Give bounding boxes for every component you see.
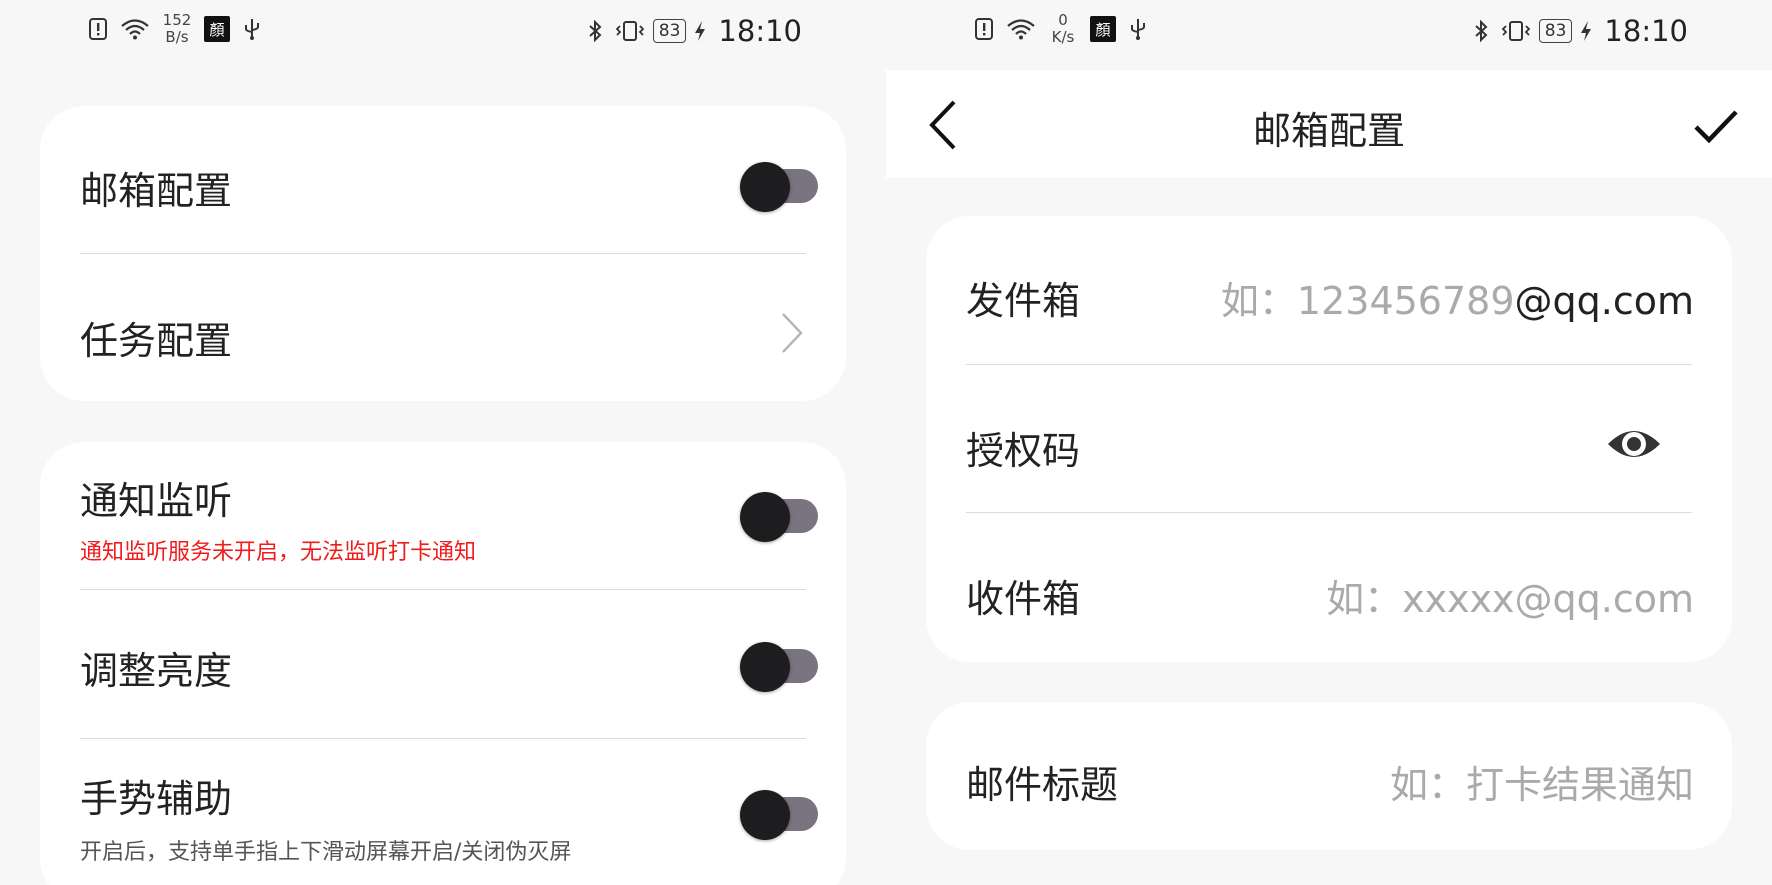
wifi-icon xyxy=(121,19,149,40)
task-config-label: 任务配置 xyxy=(80,319,233,363)
page-title: 邮箱配置 xyxy=(1252,109,1405,153)
config-card: 邮箱配置 任务配置 xyxy=(40,106,846,401)
mail-subject-card: 邮件标题 如：打卡结果通知 xyxy=(926,702,1732,850)
receiver-row: 收件箱 如：xxxxx@qq.com xyxy=(966,560,1694,623)
mail-subject-input[interactable]: 如：打卡结果通知 xyxy=(1390,754,1694,809)
auth-code-label: 授权码 xyxy=(966,429,1081,473)
email-config-toggle[interactable] xyxy=(740,156,818,212)
bluetooth-icon xyxy=(589,19,602,43)
app-badge-icon: 顏 xyxy=(1090,16,1116,42)
adjust-brightness-label: 调整亮度 xyxy=(80,649,233,693)
gesture-assist-toggle[interactable] xyxy=(740,784,818,840)
divider xyxy=(966,364,1692,365)
divider xyxy=(966,512,1692,513)
status-time: 18:10 xyxy=(718,14,802,48)
eye-icon[interactable] xyxy=(1606,416,1662,472)
email-config-label: 邮箱配置 xyxy=(80,169,233,213)
adjust-brightness-row[interactable]: 调整亮度 xyxy=(80,632,818,693)
mail-subject-row: 邮件标题 如：打卡结果通知 xyxy=(966,746,1694,809)
sender-input[interactable]: 如：123456789@qq.com xyxy=(1221,270,1694,325)
alert-icon xyxy=(975,18,993,40)
network-speed: 0 K/s xyxy=(1046,12,1080,46)
vibrate-icon xyxy=(615,21,645,41)
adjust-brightness-toggle[interactable] xyxy=(740,636,818,692)
task-config-row[interactable]: 任务配置 xyxy=(80,302,806,363)
divider xyxy=(80,589,806,590)
app-bar: 邮箱配置 xyxy=(886,70,1772,178)
receiver-input[interactable]: 如：xxxxx@qq.com xyxy=(1326,568,1694,623)
usb-icon xyxy=(245,19,259,40)
notification-listen-label: 通知监听 xyxy=(80,479,233,523)
auth-code-row[interactable]: 授权码 xyxy=(966,412,1692,473)
receiver-label: 收件箱 xyxy=(966,577,1081,621)
sender-row: 发件箱 如：123456789@qq.com xyxy=(966,262,1694,325)
notification-listen-warning: 通知监听服务未开启，无法监听打卡通知 xyxy=(80,540,477,565)
status-bar: 152 B/s 顏 83 18:10 xyxy=(0,0,886,70)
email-config-screen: 0 K/s 顏 83 18:10 邮箱配置 发件箱 如：123456789@qq… xyxy=(886,0,1772,885)
usb-icon xyxy=(1131,19,1145,40)
battery-indicator: 83 xyxy=(1538,19,1573,43)
features-card: 通知监听 通知监听服务未开启，无法监听打卡通知 调整亮度 手势辅助 开启后，支持… xyxy=(40,442,846,885)
network-speed-value: 152 xyxy=(162,11,192,29)
mailbox-card: 发件箱 如：123456789@qq.com 授权码 收件箱 如：xxxxx@q… xyxy=(926,216,1732,662)
gesture-assist-label: 手势辅助 xyxy=(80,777,233,821)
charging-icon xyxy=(695,21,706,41)
notification-listen-toggle[interactable] xyxy=(740,486,818,542)
network-speed-unit: K/s xyxy=(1051,28,1075,46)
network-speed-unit: B/s xyxy=(165,28,189,46)
bluetooth-icon xyxy=(1475,19,1488,43)
network-speed: 152 B/s xyxy=(160,12,194,46)
charging-icon xyxy=(1581,21,1592,41)
wifi-icon xyxy=(1007,19,1035,40)
divider xyxy=(80,738,806,739)
status-time: 18:10 xyxy=(1604,14,1688,48)
battery-indicator: 83 xyxy=(652,19,687,43)
sender-suffix: @qq.com xyxy=(1514,279,1694,323)
settings-screen: 152 B/s 顏 83 18:10 邮箱配置 任务配置 通知监听 通知监听服务… xyxy=(0,0,886,885)
network-speed-value: 0 xyxy=(1058,11,1068,29)
check-icon[interactable] xyxy=(1692,102,1740,150)
gesture-assist-row[interactable]: 手势辅助 开启后，支持单手指上下滑动屏幕开启/关闭伪灭屏 xyxy=(80,768,818,868)
vibrate-icon xyxy=(1501,21,1531,41)
divider xyxy=(80,253,806,254)
alert-icon xyxy=(89,18,107,40)
gesture-assist-description: 开启后，支持单手指上下滑动屏幕开启/关闭伪灭屏 xyxy=(80,840,572,865)
sender-placeholder: 如：123456789 xyxy=(1220,279,1515,323)
notification-listen-row[interactable]: 通知监听 通知监听服务未开启，无法监听打卡通知 xyxy=(80,470,818,565)
app-badge-icon: 顏 xyxy=(204,16,230,42)
mail-subject-label: 邮件标题 xyxy=(966,763,1119,807)
sender-label: 发件箱 xyxy=(966,279,1081,323)
email-config-row[interactable]: 邮箱配置 xyxy=(80,152,818,213)
chevron-right-icon xyxy=(782,313,803,353)
status-bar: 0 K/s 顏 83 18:10 xyxy=(886,0,1772,70)
